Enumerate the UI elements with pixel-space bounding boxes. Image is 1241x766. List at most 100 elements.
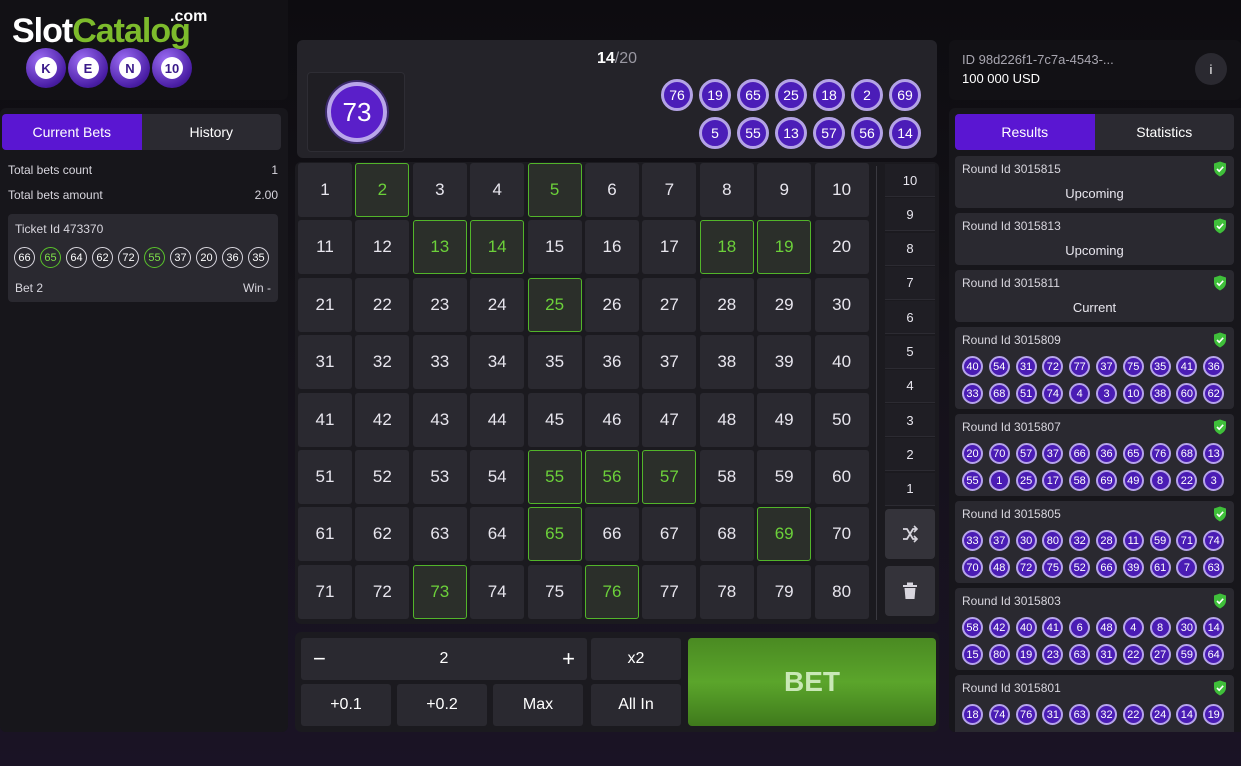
add-0.1-button[interactable]: +0.1 xyxy=(301,684,391,726)
all-in-button[interactable]: All In xyxy=(591,684,681,726)
number-cell-60[interactable]: 60 xyxy=(814,450,869,504)
number-cell-45[interactable]: 45 xyxy=(527,392,582,447)
number-cell-43[interactable]: 43 xyxy=(412,392,467,447)
number-cell-73[interactable]: 73 xyxy=(412,564,467,619)
number-cell-50[interactable]: 50 xyxy=(814,392,869,447)
tab-history[interactable]: History xyxy=(142,114,282,150)
number-cell-53[interactable]: 53 xyxy=(412,450,467,504)
number-cell-48[interactable]: 48 xyxy=(699,392,754,447)
number-cell-41[interactable]: 41 xyxy=(298,392,352,447)
decrease-stake-button[interactable]: − xyxy=(313,646,326,672)
pick-count-6[interactable]: 6 xyxy=(885,301,935,335)
number-cell-37[interactable]: 37 xyxy=(642,335,697,390)
number-cell-38[interactable]: 38 xyxy=(699,335,754,390)
pick-count-10[interactable]: 10 xyxy=(885,164,935,197)
pick-count-8[interactable]: 8 xyxy=(885,232,935,266)
round-card[interactable]: Round Id 3015803 58 42 40 41 6 48 4 8 30 14 15 80 19 2… xyxy=(955,588,1234,670)
number-cell-39[interactable]: 39 xyxy=(757,335,812,390)
number-cell-8[interactable]: 8 xyxy=(699,163,754,217)
multiplier-button[interactable]: x2 xyxy=(591,638,681,680)
number-cell-47[interactable]: 47 xyxy=(642,392,697,447)
clear-button[interactable] xyxy=(885,566,935,616)
tab-statistics[interactable]: Statistics xyxy=(1095,114,1235,150)
pick-count-1[interactable]: 1 xyxy=(885,472,935,506)
number-cell-21[interactable]: 21 xyxy=(298,277,352,332)
number-cell-33[interactable]: 33 xyxy=(412,335,467,390)
number-cell-2[interactable]: 2 xyxy=(355,163,410,217)
number-cell-7[interactable]: 7 xyxy=(642,163,697,217)
number-cell-15[interactable]: 15 xyxy=(527,220,582,275)
number-cell-5[interactable]: 5 xyxy=(527,163,582,217)
number-cell-10[interactable]: 10 xyxy=(814,163,869,217)
number-cell-46[interactable]: 46 xyxy=(585,392,639,447)
number-cell-51[interactable]: 51 xyxy=(298,450,352,504)
number-cell-57[interactable]: 57 xyxy=(642,450,697,504)
number-cell-19[interactable]: 19 xyxy=(757,220,812,275)
number-cell-65[interactable]: 65 xyxy=(527,507,582,562)
number-cell-1[interactable]: 1 xyxy=(298,163,352,217)
number-cell-77[interactable]: 77 xyxy=(642,564,697,619)
number-cell-11[interactable]: 11 xyxy=(298,220,352,275)
number-cell-23[interactable]: 23 xyxy=(412,277,467,332)
pick-count-7[interactable]: 7 xyxy=(885,266,935,300)
number-cell-4[interactable]: 4 xyxy=(470,163,525,217)
number-cell-26[interactable]: 26 xyxy=(585,277,639,332)
info-button[interactable]: i xyxy=(1195,53,1227,85)
number-cell-24[interactable]: 24 xyxy=(470,277,525,332)
number-cell-58[interactable]: 58 xyxy=(699,450,754,504)
number-cell-75[interactable]: 75 xyxy=(527,564,582,619)
number-cell-36[interactable]: 36 xyxy=(585,335,639,390)
number-cell-29[interactable]: 29 xyxy=(757,277,812,332)
pick-count-4[interactable]: 4 xyxy=(885,369,935,403)
ticket-card[interactable]: Ticket Id 473370 66 65 64 62 72 55 37 20 36 35 Be… xyxy=(8,214,278,302)
round-card[interactable]: Round Id 3015807 20 70 57 37 66 36 65 76 68 13 55 1 2… xyxy=(955,414,1234,496)
number-cell-70[interactable]: 70 xyxy=(814,507,869,562)
number-cell-68[interactable]: 68 xyxy=(699,507,754,562)
number-cell-79[interactable]: 79 xyxy=(757,564,812,619)
pick-count-5[interactable]: 5 xyxy=(885,335,935,369)
round-card[interactable]: Round Id 3015801 18 74 76 31 63 32 22 24 14 19 xyxy=(955,675,1234,732)
number-cell-12[interactable]: 12 xyxy=(355,220,410,275)
max-button[interactable]: Max xyxy=(493,684,583,726)
number-cell-40[interactable]: 40 xyxy=(814,335,869,390)
number-cell-14[interactable]: 14 xyxy=(470,220,525,275)
number-cell-72[interactable]: 72 xyxy=(355,564,410,619)
pick-count-9[interactable]: 9 xyxy=(885,198,935,232)
number-cell-66[interactable]: 66 xyxy=(585,507,639,562)
number-cell-80[interactable]: 80 xyxy=(814,564,869,619)
number-cell-32[interactable]: 32 xyxy=(355,335,410,390)
number-cell-27[interactable]: 27 xyxy=(642,277,697,332)
number-cell-6[interactable]: 6 xyxy=(585,163,639,217)
number-cell-64[interactable]: 64 xyxy=(470,507,525,562)
tab-current-bets[interactable]: Current Bets xyxy=(2,114,142,150)
round-card[interactable]: Round Id 3015811 Current xyxy=(955,270,1234,322)
stake-value[interactable]: 2 xyxy=(440,650,449,668)
number-cell-34[interactable]: 34 xyxy=(470,335,525,390)
number-cell-74[interactable]: 74 xyxy=(470,564,525,619)
bet-button[interactable]: BET xyxy=(688,638,936,726)
random-pick-button[interactable] xyxy=(885,509,935,559)
number-cell-52[interactable]: 52 xyxy=(355,450,410,504)
number-cell-42[interactable]: 42 xyxy=(355,392,410,447)
number-cell-63[interactable]: 63 xyxy=(412,507,467,562)
number-cell-20[interactable]: 20 xyxy=(814,220,869,275)
number-cell-69[interactable]: 69 xyxy=(757,507,812,562)
number-cell-17[interactable]: 17 xyxy=(642,220,697,275)
round-card[interactable]: Round Id 3015815 Upcoming xyxy=(955,156,1234,208)
number-cell-44[interactable]: 44 xyxy=(470,392,525,447)
number-cell-13[interactable]: 13 xyxy=(412,220,467,275)
number-cell-22[interactable]: 22 xyxy=(355,277,410,332)
tab-results[interactable]: Results xyxy=(955,114,1095,150)
number-cell-16[interactable]: 16 xyxy=(585,220,639,275)
round-card[interactable]: Round Id 3015813 Upcoming xyxy=(955,213,1234,265)
number-cell-71[interactable]: 71 xyxy=(298,564,352,619)
number-cell-55[interactable]: 55 xyxy=(527,450,582,504)
number-cell-9[interactable]: 9 xyxy=(757,163,812,217)
number-cell-30[interactable]: 30 xyxy=(814,277,869,332)
number-cell-18[interactable]: 18 xyxy=(699,220,754,275)
number-cell-3[interactable]: 3 xyxy=(412,163,467,217)
number-cell-62[interactable]: 62 xyxy=(355,507,410,562)
number-cell-67[interactable]: 67 xyxy=(642,507,697,562)
number-cell-28[interactable]: 28 xyxy=(699,277,754,332)
number-cell-54[interactable]: 54 xyxy=(470,450,525,504)
